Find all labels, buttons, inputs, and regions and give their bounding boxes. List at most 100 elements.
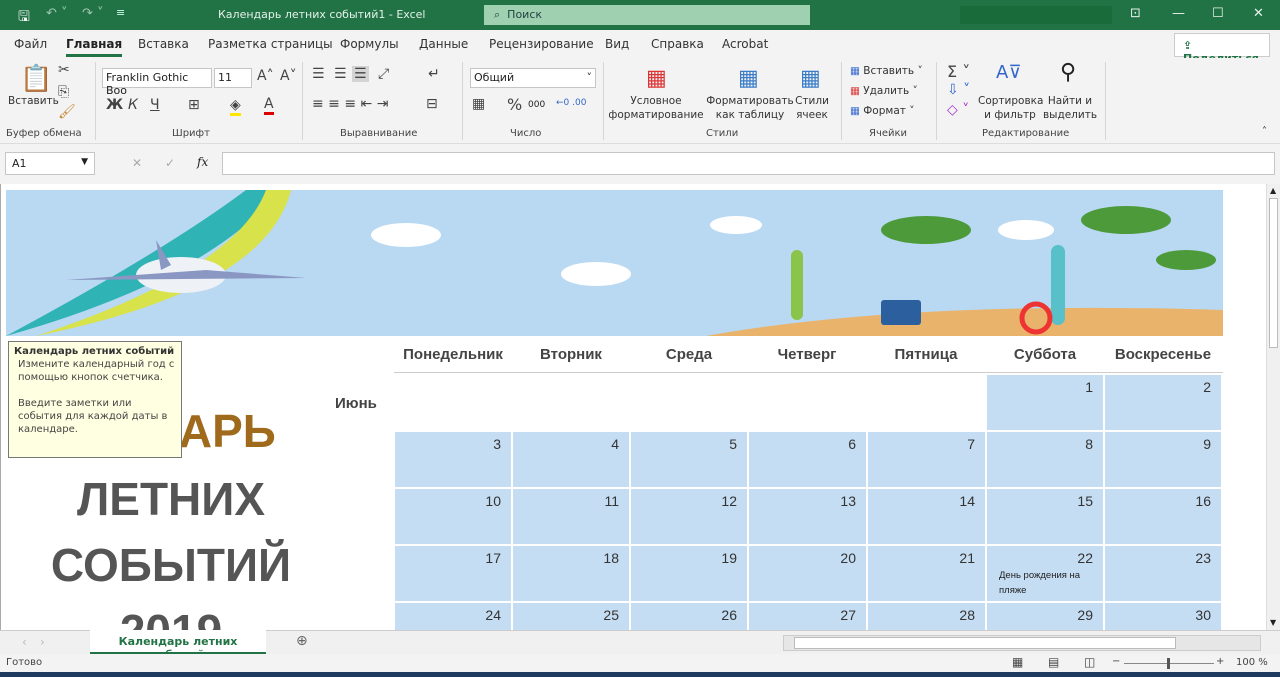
sheet-tab-active[interactable]: Календарь летних событий bbox=[90, 630, 266, 661]
scroll-up-icon[interactable]: ▲ bbox=[1270, 186, 1276, 195]
calendar-day-cell[interactable]: 16 bbox=[1105, 489, 1221, 544]
font-size-select[interactable]: 11 bbox=[214, 68, 252, 88]
tab-review[interactable]: Рецензирование bbox=[489, 37, 594, 51]
paste-button[interactable]: Вставить bbox=[8, 94, 59, 108]
cut-icon[interactable]: ✂ bbox=[58, 62, 70, 78]
zoom-out-icon[interactable]: − bbox=[1112, 656, 1120, 667]
currency-icon[interactable]: ▦ bbox=[472, 96, 485, 112]
percent-icon[interactable]: % bbox=[507, 95, 522, 114]
maximize-button[interactable]: ☐ bbox=[1212, 6, 1224, 21]
calendar-day-cell[interactable]: 17 bbox=[395, 546, 511, 601]
calendar-day-cell[interactable]: 19 bbox=[631, 546, 747, 601]
normal-view-icon[interactable]: ▦ bbox=[1012, 655, 1023, 669]
scroll-thumb[interactable] bbox=[794, 637, 1176, 649]
add-sheet-icon[interactable]: ⊕ bbox=[296, 633, 308, 649]
tab-home[interactable]: Главная bbox=[66, 37, 123, 57]
formula-input[interactable] bbox=[222, 152, 1275, 175]
tab-view[interactable]: Вид bbox=[605, 37, 629, 51]
fill-color-icon[interactable]: ◈ bbox=[230, 97, 241, 116]
tab-acrobat[interactable]: Acrobat bbox=[722, 37, 768, 51]
font-color-icon[interactable]: A bbox=[264, 96, 274, 115]
calendar-day-cell[interactable]: 5 bbox=[631, 432, 747, 487]
cell-styles-button[interactable]: Стили ячеек bbox=[792, 94, 832, 122]
save-icon[interactable]: 🖫 bbox=[18, 6, 30, 30]
calendar-day-cell[interactable]: 30 bbox=[1105, 603, 1221, 630]
horizontal-scrollbar[interactable] bbox=[783, 635, 1261, 651]
insert-cells-button[interactable]: ▦ Вставить ˅ bbox=[850, 64, 923, 78]
calendar-day-cell[interactable]: 10 bbox=[395, 489, 511, 544]
calendar-day-cell[interactable]: 25 bbox=[513, 603, 629, 630]
thousands-icon[interactable]: 000 bbox=[528, 100, 545, 110]
calendar-day-cell[interactable]: 28 bbox=[868, 603, 985, 630]
zoom-level[interactable]: 100 % bbox=[1236, 657, 1268, 668]
calendar-day-cell[interactable]: 29 bbox=[987, 603, 1103, 630]
conditional-format-button[interactable]: Условное форматирование bbox=[608, 94, 704, 122]
tab-file[interactable]: Файл bbox=[14, 37, 47, 51]
zoom-slider-thumb[interactable] bbox=[1167, 658, 1170, 669]
name-box[interactable]: A1 ▼ bbox=[5, 152, 95, 175]
clear-icon[interactable]: ◇ ˅ bbox=[947, 102, 969, 118]
calendar-day-cell[interactable]: 12 bbox=[631, 489, 747, 544]
calendar-day-cell[interactable]: 27 bbox=[749, 603, 866, 630]
calendar-day-cell[interactable]: 2 bbox=[1105, 375, 1221, 430]
calendar-day-cell[interactable]: 21 bbox=[868, 546, 985, 601]
orientation-icon[interactable]: ⤢ bbox=[378, 66, 389, 82]
account-area[interactable] bbox=[960, 6, 1112, 24]
calendar-day-cell[interactable]: 24 bbox=[395, 603, 511, 630]
autosum-icon[interactable]: Σ ˅ bbox=[947, 62, 970, 81]
scroll-thumb[interactable] bbox=[1269, 198, 1278, 348]
prev-sheet-icon[interactable]: ‹ bbox=[22, 635, 27, 649]
minimize-button[interactable]: — bbox=[1172, 6, 1185, 21]
underline-button[interactable]: Ч bbox=[150, 97, 160, 113]
page-layout-icon[interactable]: ▤ bbox=[1048, 655, 1059, 669]
calendar-day-cell[interactable]: 23 bbox=[1105, 546, 1221, 601]
align-bottom-icon[interactable]: ☰ bbox=[352, 66, 369, 82]
vertical-scrollbar[interactable]: ▲ ▼ bbox=[1266, 184, 1280, 630]
align-top-icon[interactable]: ☰ bbox=[312, 66, 325, 82]
calendar-day-cell[interactable]: 14 bbox=[868, 489, 985, 544]
close-button[interactable]: ✕ bbox=[1253, 6, 1264, 21]
collapse-ribbon-icon[interactable]: ˄ bbox=[1262, 126, 1267, 137]
align-left-icon[interactable]: ≡ ≡ ≡ ⇤ ⇥ bbox=[312, 96, 388, 112]
zoom-in-icon[interactable]: + bbox=[1216, 656, 1224, 667]
next-sheet-icon[interactable]: › bbox=[40, 635, 45, 649]
tab-data[interactable]: Данные bbox=[419, 37, 468, 51]
delete-cells-button[interactable]: ▦ Удалить ˅ bbox=[850, 84, 918, 98]
insert-function-icon[interactable]: fx bbox=[197, 155, 208, 169]
search-box[interactable]: ⌕ Поиск bbox=[484, 5, 810, 25]
italic-button[interactable]: К bbox=[128, 97, 138, 113]
undo-icon[interactable]: ↶ ˅ bbox=[46, 6, 68, 21]
sort-filter-button[interactable]: Сортировка и фильтр bbox=[978, 94, 1043, 122]
calendar-day-cell[interactable]: 4 bbox=[513, 432, 629, 487]
calendar-day-cell[interactable]: 26 bbox=[631, 603, 747, 630]
bold-button[interactable]: Ж bbox=[106, 97, 123, 113]
find-select-button[interactable]: Найти и выделить bbox=[1040, 94, 1100, 122]
font-name-select[interactable]: Franklin Gothic Boo bbox=[102, 68, 212, 97]
wrap-text-icon[interactable]: ↵ bbox=[428, 66, 440, 82]
calendar-day-cell[interactable]: 1 bbox=[987, 375, 1103, 430]
scroll-down-icon[interactable]: ▼ bbox=[1270, 618, 1276, 627]
merge-center-icon[interactable]: ⊟ bbox=[426, 96, 438, 112]
calendar-day-cell[interactable]: 20 bbox=[749, 546, 866, 601]
tab-help[interactable]: Справка bbox=[651, 37, 704, 51]
tab-insert[interactable]: Вставка bbox=[138, 37, 189, 51]
calendar-day-cell[interactable]: 3 bbox=[395, 432, 511, 487]
worksheet[interactable]: Понедельник Вторник Среда Четверг Пятница Суб… bbox=[0, 184, 1266, 630]
redo-icon[interactable]: ↷ ˅ bbox=[82, 6, 104, 21]
copy-icon[interactable]: ⎘ bbox=[58, 84, 69, 100]
customize-qat-icon[interactable]: ≡ bbox=[116, 6, 125, 19]
calendar-day-cell[interactable]: 8 bbox=[987, 432, 1103, 487]
calendar-day-cell[interactable]: 15 bbox=[987, 489, 1103, 544]
calendar-day-cell[interactable]: 11 bbox=[513, 489, 629, 544]
calendar-day-cell[interactable]: 18 bbox=[513, 546, 629, 601]
calendar-day-cell[interactable]: 6 bbox=[749, 432, 866, 487]
cancel-icon[interactable]: ✕ bbox=[132, 156, 142, 170]
borders-icon[interactable]: ⊞ bbox=[188, 97, 200, 113]
format-as-table-button[interactable]: Форматировать как таблицу bbox=[706, 94, 794, 122]
tab-page-layout[interactable]: Разметка страницы bbox=[208, 37, 333, 51]
ribbon-display-icon[interactable]: ⊡ bbox=[1130, 6, 1141, 21]
decimal-icon[interactable]: ←0 .00 bbox=[556, 98, 586, 108]
shrink-font-icon[interactable]: A˅ bbox=[280, 68, 297, 84]
page-break-icon[interactable]: ◫ bbox=[1084, 655, 1095, 669]
format-painter-icon[interactable]: 🖌 bbox=[58, 104, 76, 120]
